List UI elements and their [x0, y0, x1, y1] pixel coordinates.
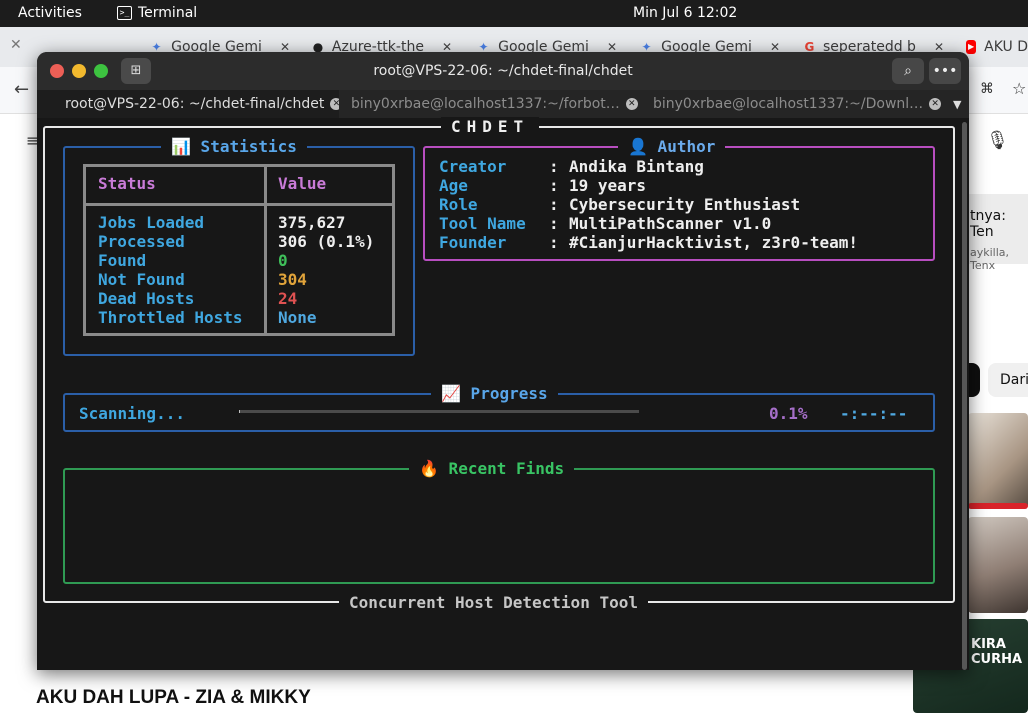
stat-value: 375,627 [278, 213, 346, 232]
thumbnail-text: KIRA CURHA [971, 637, 1023, 667]
translate-icon[interactable]: ⌘ [980, 81, 994, 97]
video-progress-bar [968, 503, 1028, 509]
microphone-icon[interactable]: 🎙 [986, 130, 1009, 151]
progress-eta: -:--:-- [840, 404, 908, 423]
browser-tab-label: AKU D [984, 39, 1028, 55]
video-title[interactable]: AKU DAH LUPA - ZIA & MIKKY [36, 687, 311, 709]
activities-button[interactable]: Activities [18, 5, 82, 21]
stat-label: Found [98, 251, 147, 270]
author-value: Cybersecurity Enthusiast [569, 195, 801, 214]
progress-bar-track [239, 410, 639, 413]
author-title: 👤 Author [618, 137, 726, 157]
stat-value: 0 [278, 251, 288, 270]
app-header: CHDET [441, 117, 540, 137]
author-value: Andika Bintang [569, 157, 704, 176]
column-header-status: Status [98, 174, 156, 193]
stat-label: Processed [98, 232, 185, 251]
stat-label: Dead Hosts [98, 289, 195, 308]
author-value: MultiPathScanner v1.0 [569, 214, 772, 233]
more-menu-icon[interactable]: ••• [929, 58, 961, 84]
table-divider [264, 167, 267, 333]
app-menu[interactable]: >_ Terminal [117, 5, 197, 21]
system-top-bar: Activities >_ Terminal Min Jul 6 12:02 [0, 0, 1028, 27]
author-key: Founder [439, 233, 507, 252]
close-tab-icon[interactable]: ✕ [330, 98, 339, 110]
close-icon[interactable]: ✕ [10, 37, 22, 53]
snippet-subtext: aykilla, Tenx [970, 246, 1010, 272]
author-colon: : [549, 195, 559, 214]
terminal-tab-label: biny0xrbae@localhost1337:~/forbot… [351, 96, 620, 112]
author-colon: : [549, 233, 559, 252]
author-colon: : [549, 176, 559, 195]
author-value: 19 years [569, 176, 647, 195]
terminal-window: ⊞ root@VPS-22-06: ~/chdet-final/chdet ⌕ … [37, 52, 969, 670]
stat-value: None [278, 308, 317, 327]
progress-percent: 0.1% [769, 404, 808, 423]
snippet-text: tnya: Ten [970, 208, 1006, 240]
window-title: root@VPS-22-06: ~/chdet-final/chdet [373, 63, 633, 79]
bookmark-star-icon[interactable]: ☆ [1012, 79, 1026, 98]
terminal-tab[interactable]: biny0xrbae@localhost1337:~/forbot… ✕ [339, 90, 641, 118]
progress-title: 📈 Progress [431, 384, 558, 404]
table-divider [86, 203, 392, 206]
recent-finds-panel: 🔥 Recent Finds [63, 459, 935, 584]
author-key: Role [439, 195, 478, 214]
recent-finds-title: 🔥 Recent Finds [409, 459, 575, 479]
terminal-tab-bar: root@VPS-22-06: ~/chdet-final/chdet ✕ bin… [37, 90, 969, 118]
tab-list-chevron-icon[interactable]: ▼ [953, 98, 961, 111]
stat-label: Throttled Hosts [98, 308, 243, 327]
author-key: Tool Name [439, 214, 526, 233]
terminal-tab-label: root@VPS-22-06: ~/chdet-final/chdet [65, 96, 325, 112]
statistics-title: 📊 Statistics [161, 137, 307, 157]
app-name: Terminal [138, 5, 198, 21]
comment-snippet: tnya: Ten aykilla, Tenx [968, 194, 1028, 272]
stat-value: 24 [278, 289, 298, 308]
filter-chip-active[interactable] [968, 363, 980, 397]
terminal-icon: >_ [117, 6, 132, 20]
stat-label: Not Found [98, 270, 185, 289]
app-footer: Concurrent Host Detection Tool [339, 593, 648, 613]
search-icon[interactable]: ⌕ [892, 58, 924, 84]
terminal-tab-label: biny0xrbae@localhost1337:~/Downl… [653, 96, 924, 112]
browser-tab[interactable]: ▶ AKU D [966, 35, 1028, 59]
clock[interactable]: Min Jul 6 12:02 [633, 5, 737, 21]
stat-value: 304 [278, 270, 307, 289]
terminal-tab[interactable]: biny0xrbae@localhost1337:~/Downl… ✕ [641, 90, 945, 118]
stat-value: 306 (0.1%) [278, 232, 375, 251]
filter-chip[interactable]: Dari [988, 363, 1028, 397]
author-colon: : [549, 157, 559, 176]
back-arrow-icon[interactable]: ← [14, 79, 29, 100]
author-value: #CianjurHacktivist, z3r0-team! [569, 233, 858, 252]
terminal-titlebar[interactable]: ⊞ root@VPS-22-06: ~/chdet-final/chdet ⌕ … [37, 52, 969, 90]
author-key: Creator [439, 157, 507, 176]
column-header-value: Value [278, 174, 327, 193]
terminal-scrollbar[interactable] [962, 122, 967, 670]
statistics-table: Status Value Jobs Loaded 375,627 Processed… [83, 164, 395, 336]
video-thumbnail[interactable] [968, 517, 1028, 613]
author-panel: 👤 Author Creator: Andika Bintang Age:19 ye… [423, 137, 935, 261]
author-colon: : [549, 214, 559, 233]
video-thumbnail[interactable] [968, 413, 1028, 509]
close-tab-icon[interactable]: ✕ [625, 98, 638, 110]
stat-label: Jobs Loaded [98, 213, 204, 232]
terminal-tab[interactable]: root@VPS-22-06: ~/chdet-final/chdet ✕ [37, 90, 339, 118]
author-key: Age [439, 176, 468, 195]
progress-label: Scanning... [79, 404, 185, 423]
close-tab-icon[interactable]: ✕ [929, 98, 942, 110]
